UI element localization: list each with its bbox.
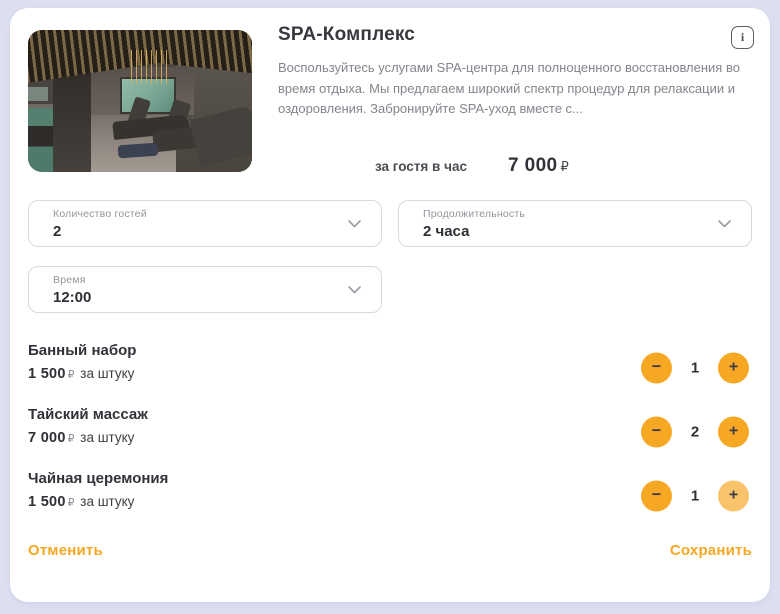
chevron-down-icon [718,220,731,228]
addon-stepper: − 2 + [641,417,749,448]
booking-card: SPA-Комплекс i Воспользуйтесь услугами S… [10,8,770,602]
photo-chandelier [131,50,167,84]
minus-button[interactable]: − [641,481,672,512]
addon-stepper: − 1 + [641,353,749,384]
chevron-down-icon [348,220,361,228]
field-value: 2 [53,223,337,240]
plus-button[interactable]: + [718,417,749,448]
addon-row-thai-massage: Тайский массаж 7 000₽ за штуку − 2 + [28,403,752,461]
addon-count: 1 [681,360,709,377]
addon-row-tea-ceremony: Чайная церемония 1 500₽ за штуку − 1 + [28,467,752,525]
photo-pool [28,108,53,172]
field-label: Время [53,274,337,286]
photo-towel [117,142,158,158]
ruble-sign: ₽ [68,433,75,445]
info-icon: i [741,30,744,45]
field-label: Количество гостей [53,208,337,220]
price-row: за гостя в час 7 000₽ [375,155,569,177]
addon-count: 1 [681,488,709,505]
photo-pool-glow [28,87,48,101]
addon-row-bath-set: Банный набор 1 500₽ за штуку − 1 + [28,339,752,397]
minus-button[interactable]: − [641,353,672,384]
info-button[interactable]: i [731,26,754,49]
plus-button[interactable]: + [718,481,749,512]
time-select[interactable]: Время 12:00 [28,266,382,313]
page-title: SPA-Комплекс [278,24,415,46]
addon-stepper: − 1 + [641,481,749,512]
minus-button[interactable]: − [641,417,672,448]
addon-count: 2 [681,424,709,441]
duration-select[interactable]: Продолжительность 2 часа [398,200,752,247]
save-button[interactable]: Сохранить [670,542,752,559]
plus-button[interactable]: + [718,353,749,384]
guests-count-select[interactable]: Количество гостей 2 [28,200,382,247]
price-per-guest-label: за гостя в час [375,159,467,174]
field-value: 2 часа [423,223,707,240]
field-label: Продолжительность [423,208,707,220]
field-value: 12:00 [53,289,337,306]
cancel-button[interactable]: Отменить [28,542,103,559]
ruble-sign: ₽ [68,497,75,509]
ruble-sign: ₽ [68,369,75,381]
chevron-down-icon [348,286,361,294]
spa-photo [28,30,252,172]
price-value: 7 000₽ [508,155,569,177]
ruble-sign: ₽ [561,159,570,174]
description-text: Воспользуйтесь услугами SPA-центра для п… [278,58,752,120]
